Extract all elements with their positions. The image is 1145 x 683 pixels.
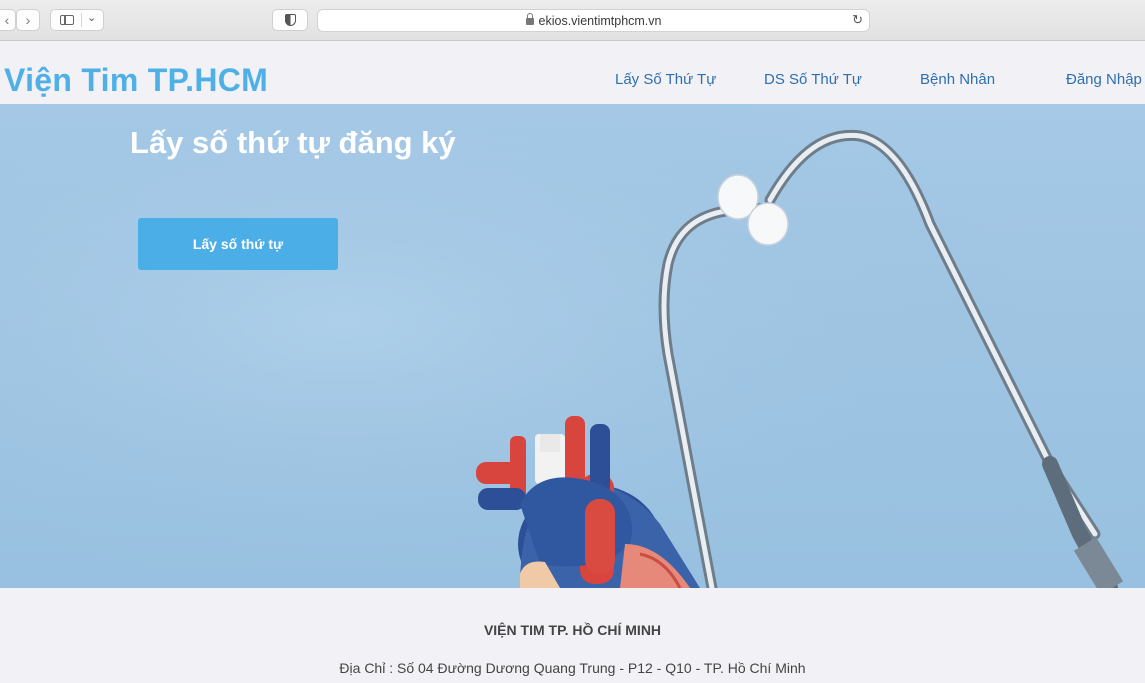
sidebar-toggle-button[interactable]: ⌄ — [50, 9, 104, 31]
earpiece — [747, 202, 789, 246]
browser-toolbar: ‹ › ⌄ ekios.vientimtphcm.vn ↻ — [0, 0, 1145, 41]
nav-patients[interactable]: Bệnh Nhân — [920, 71, 995, 88]
chevron-right-icon: › — [25, 12, 31, 28]
forward-button[interactable]: › — [16, 9, 40, 31]
reload-icon[interactable]: ↻ — [852, 12, 863, 28]
hero-banner: Lấy số thứ tự đăng ký Lấy số thứ tự — [0, 104, 1145, 588]
site-footer: VIỆN TIM TP. HỒ CHÍ MINH Địa Chỉ : Số 04… — [0, 588, 1145, 683]
nav-number-list[interactable]: DS Số Thứ Tự — [764, 71, 862, 88]
site-logo[interactable]: Viện Tim TP.HCM — [4, 62, 268, 99]
site-header: Viện Tim TP.HCM Lấy Số Thứ Tự DS Số Thứ … — [0, 41, 1145, 104]
back-button[interactable]: ‹ — [0, 9, 16, 31]
divider — [81, 13, 82, 27]
address-bar[interactable]: ekios.vientimtphcm.vn ↻ — [317, 9, 870, 32]
get-number-button[interactable]: Lấy số thứ tự — [138, 218, 338, 270]
footer-title: VIỆN TIM TP. HỒ CHÍ MINH — [483, 622, 662, 638]
nav-login[interactable]: Đăng Nhập — [1066, 71, 1142, 88]
shield-icon — [285, 14, 296, 26]
nav-get-number[interactable]: Lấy Số Thứ Tự — [615, 71, 716, 88]
url-display[interactable]: ekios.vientimtphcm.vn — [318, 13, 869, 28]
privacy-report-button[interactable] — [272, 9, 308, 31]
chevron-down-icon[interactable]: ⌄ — [87, 11, 96, 24]
chevron-left-icon: ‹ — [4, 12, 10, 28]
hero-title: Lấy số thứ tự đăng ký — [130, 125, 456, 160]
hero-illustration — [0, 104, 1145, 588]
sidebar-icon — [60, 15, 74, 25]
lock-icon — [525, 13, 534, 25]
footer-address: Địa Chỉ : Số 04 Đường Dương Quang Trung … — [339, 660, 806, 676]
url-text: ekios.vientimtphcm.vn — [538, 14, 662, 28]
